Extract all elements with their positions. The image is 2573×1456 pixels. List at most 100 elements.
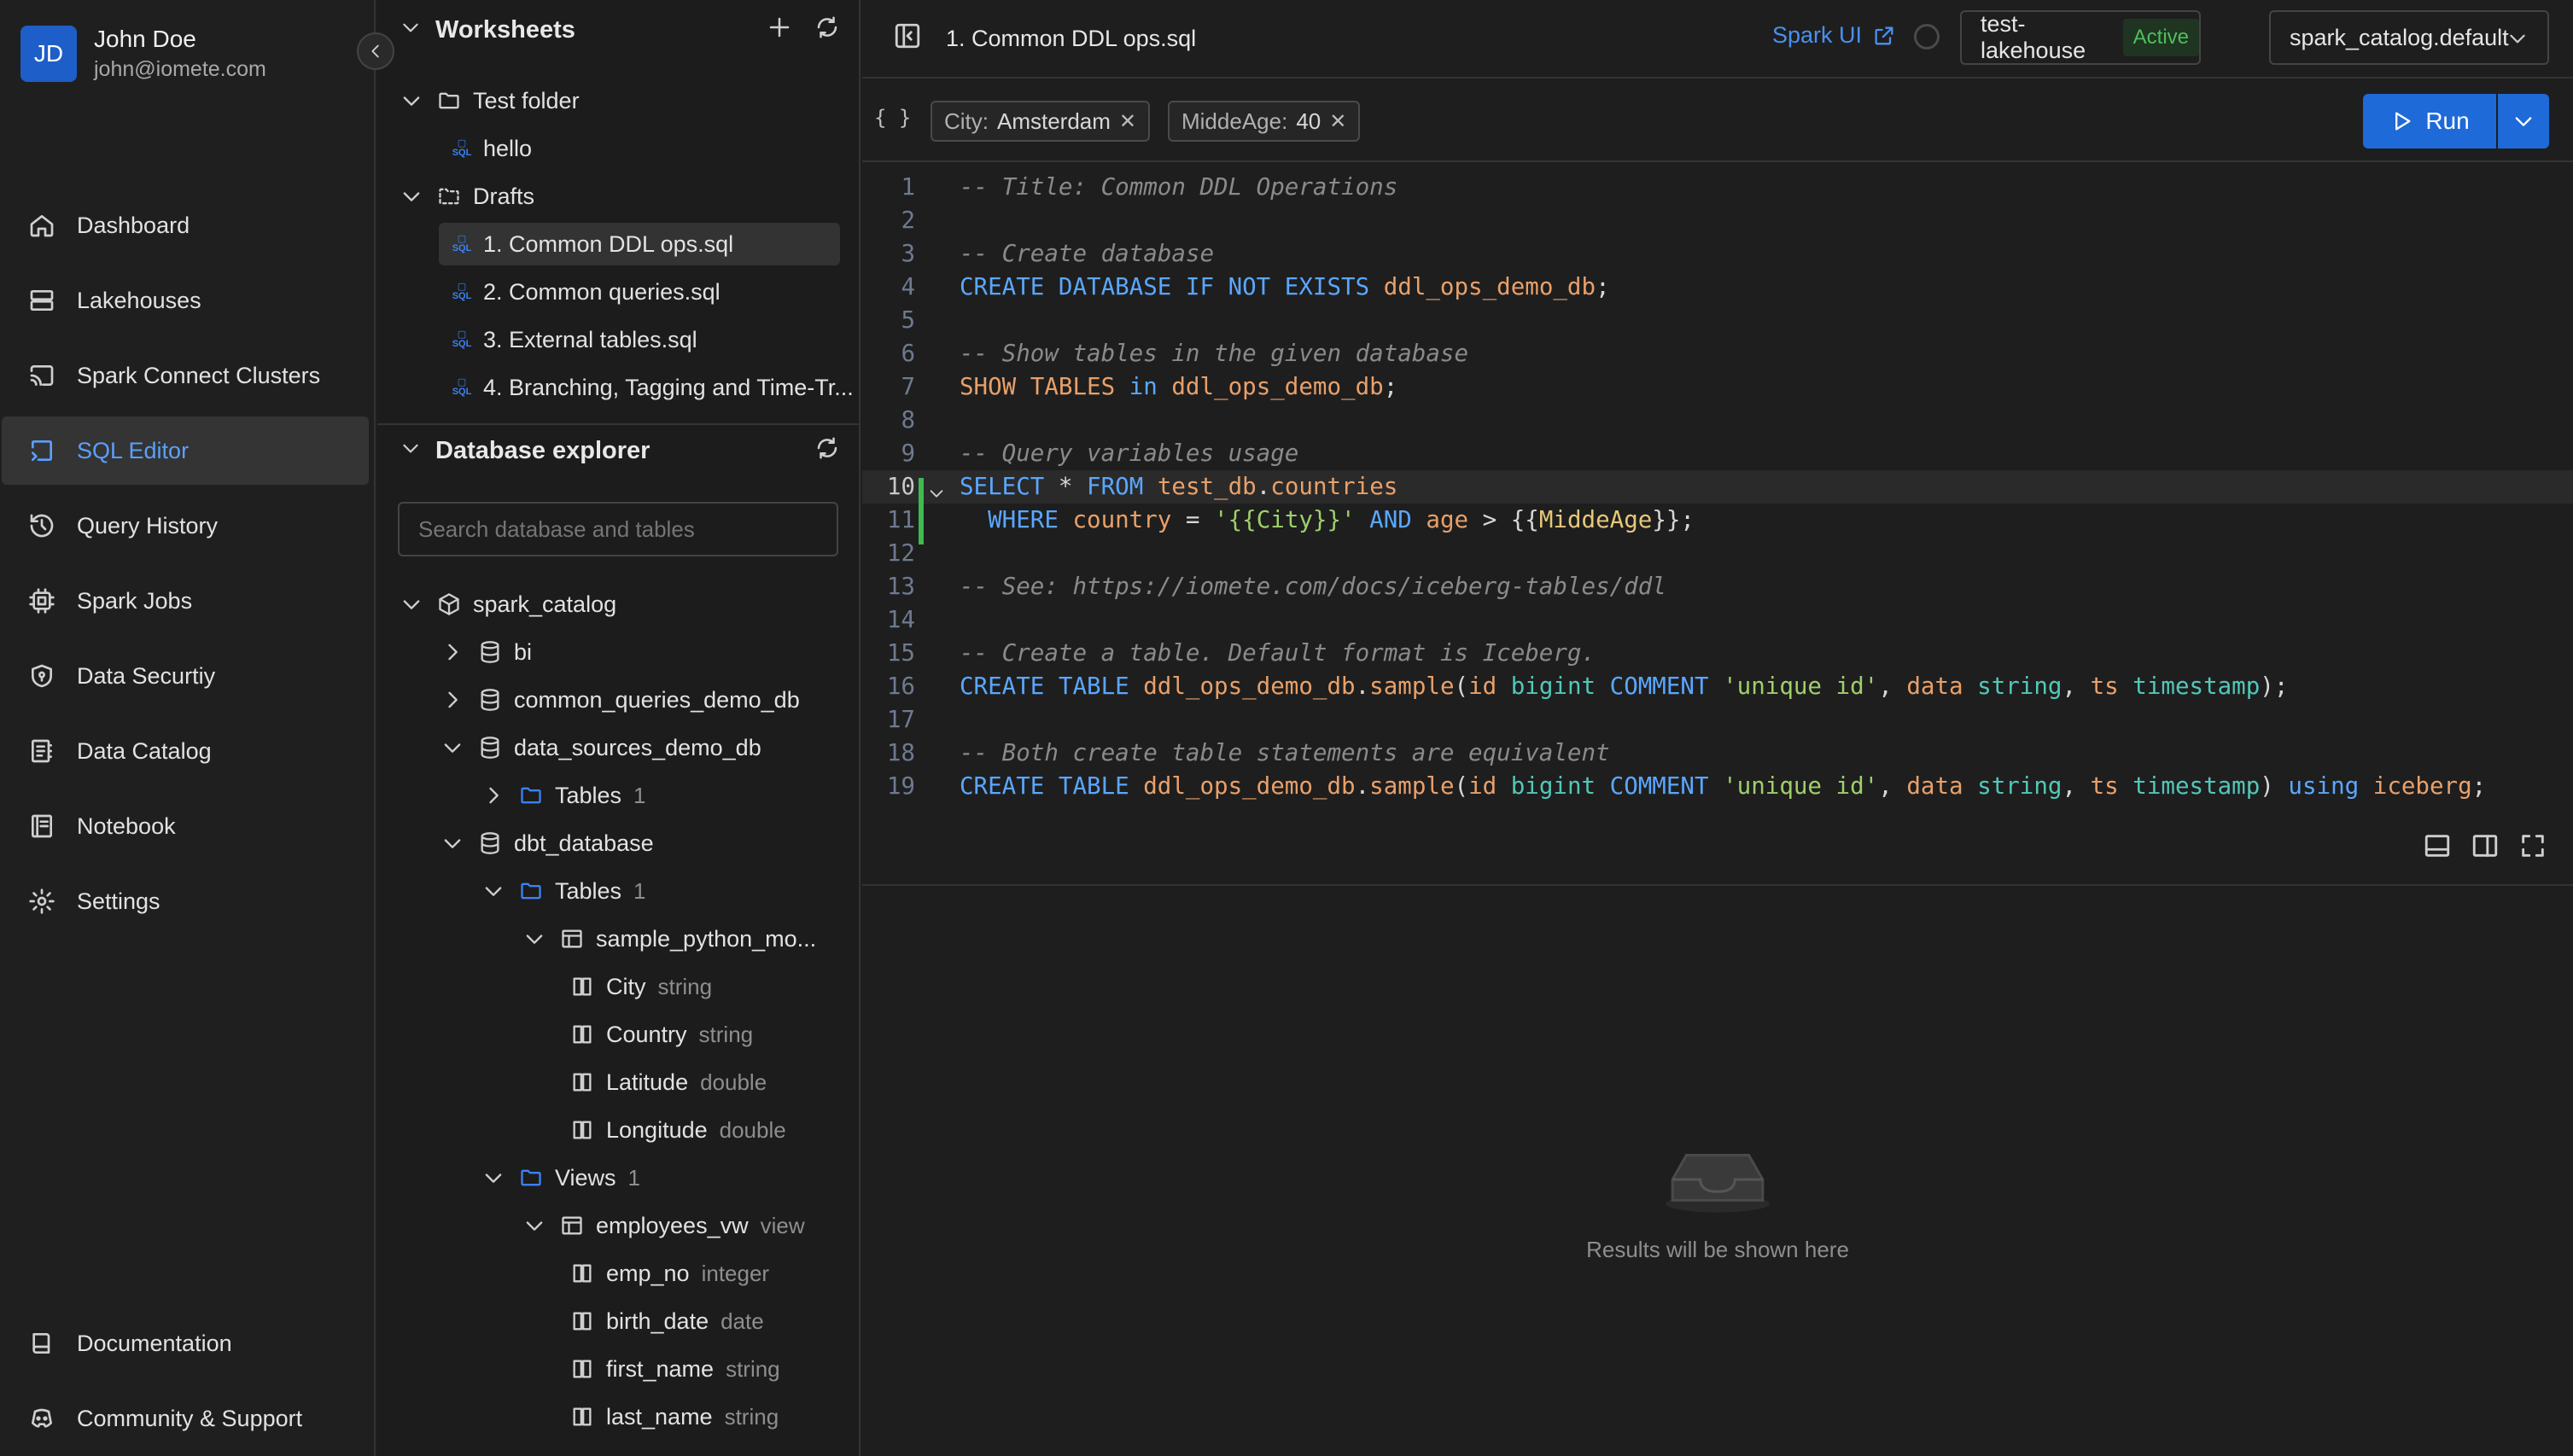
tree-column[interactable]: Country string — [570, 1013, 753, 1056]
results-empty-state: Results will be shown here — [862, 1144, 2573, 1263]
code-line[interactable]: 18 -- Both create table statements are eq… — [862, 737, 2573, 770]
fold-chevron-icon[interactable] — [927, 480, 946, 509]
tree-view[interactable]: employees_vw view — [522, 1204, 805, 1247]
tree-folder-drafts[interactable]: Drafts — [400, 175, 534, 218]
worksheet-file[interactable]: ▢ SQL 4. Branching, Tagging and Time-Tr..… — [449, 366, 854, 409]
search-input[interactable] — [398, 502, 838, 556]
variable-key: MiddeAge: — [1181, 108, 1288, 134]
code-line[interactable]: 13 -- See: https://iomete.com/docs/iceber… — [862, 570, 2573, 603]
code-line[interactable]: 6 -- Show tables in the given database — [862, 337, 2573, 370]
tree-column[interactable]: last_name string — [570, 1395, 779, 1438]
collapse-sidebar-button[interactable] — [357, 32, 394, 70]
nav-item-spark-connect-clusters[interactable]: Spark Connect Clusters — [2, 341, 369, 410]
run-options-button[interactable] — [2498, 94, 2549, 149]
catalog-value: spark_catalog.default — [2290, 24, 2509, 50]
fullscreen-icon[interactable] — [2518, 831, 2547, 866]
tree-column[interactable]: City string — [570, 965, 712, 1008]
nav-item-data-security[interactable]: Data Securtiy — [2, 642, 369, 710]
code-line[interactable]: 1 -- Title: Common DDL Operations — [862, 171, 2573, 204]
nav-item-sql-editor[interactable]: SQL Editor — [2, 416, 369, 485]
explorer-header[interactable]: Database explorer — [377, 421, 859, 480]
book-icon — [27, 1329, 56, 1358]
code-line[interactable]: 9 -- Query variables usage — [862, 437, 2573, 470]
results-toolbar — [862, 814, 2573, 886]
variable-chip[interactable]: MiddeAge: 40 ✕ — [1168, 101, 1361, 142]
layout-bottom-icon[interactable] — [2423, 831, 2452, 866]
nav-label: Data Securtiy — [77, 662, 216, 689]
chevron-down-icon — [485, 887, 502, 896]
code-editor[interactable]: 19 CREATE TABLE ddl_ops_demo_db.sample(id… — [862, 167, 2573, 802]
tree-tables-group[interactable]: Tables 1 — [481, 870, 646, 912]
tree-column[interactable]: emp_no integer — [570, 1252, 769, 1295]
play-icon — [2395, 112, 2411, 131]
variables-braces-icon[interactable]: { } — [874, 106, 911, 130]
code-line[interactable]: 3 -- Create database — [862, 237, 2573, 271]
close-icon[interactable]: ✕ — [1119, 109, 1136, 134]
tree-database[interactable]: data_sources_demo_db — [441, 726, 761, 769]
refresh-icon[interactable] — [814, 435, 840, 467]
code-line[interactable]: 7 SHOW TABLES in ddl_ops_demo_db; — [862, 370, 2573, 404]
code-line[interactable]: 16 CREATE TABLE ddl_ops_demo_db.sample(id… — [862, 670, 2573, 703]
code-line[interactable]: 2 — [862, 204, 2573, 237]
user-profile[interactable]: JD John Doe john@iomete.com — [20, 24, 266, 84]
variable-chip[interactable]: City: Amsterdam ✕ — [931, 101, 1151, 142]
tree-database[interactable]: common_queries_demo_db — [441, 678, 800, 721]
avatar: JD — [20, 26, 77, 82]
worksheet-file[interactable]: ▢ SQL hello — [449, 127, 532, 170]
nav-item-community-support[interactable]: Community & Support — [2, 1384, 369, 1453]
spark-ui-link[interactable]: Spark UI — [1772, 22, 1896, 49]
code-line[interactable]: 17 — [862, 703, 2573, 737]
code-line[interactable]: 11 WHERE country = '{{City}}' AND age > … — [862, 504, 2573, 537]
tree-column[interactable]: birth_date date — [570, 1300, 764, 1342]
nav-item-spark-jobs[interactable]: Spark Jobs — [2, 567, 369, 635]
code-line[interactable]: 10 SELECT * FROM test_db.countries — [862, 470, 2573, 504]
nav-item-dashboard[interactable]: Dashboard — [2, 191, 369, 259]
chevron-left-icon — [371, 44, 379, 58]
column-type: date — [721, 1307, 764, 1334]
tree-folder-test[interactable]: Test folder — [400, 79, 580, 122]
tree-tables-group[interactable]: Tables 1 — [481, 774, 646, 817]
nav-item-lakehouses[interactable]: Lakehouses — [2, 266, 369, 335]
tree-database[interactable]: dbt_database — [441, 822, 654, 865]
tree-table[interactable]: sample_python_mo... — [522, 917, 816, 960]
add-worksheet-icon[interactable] — [767, 15, 792, 46]
code-line[interactable]: 15 -- Create a table. Default format is I… — [862, 637, 2573, 670]
nav-item-notebook[interactable]: Notebook — [2, 792, 369, 860]
tree-label: common_queries_demo_db — [514, 686, 800, 713]
worksheet-file[interactable]: ▢ SQL 2. Common queries.sql — [449, 271, 721, 313]
file-title: 1. Common DDL ops.sql — [946, 25, 1197, 51]
line-content: -- Show tables in the given database — [960, 340, 1469, 367]
worksheets-header[interactable]: Worksheets — [377, 0, 859, 60]
worksheet-file[interactable]: ▢ SQL 3. External tables.sql — [449, 318, 697, 361]
line-number: 1 — [901, 173, 915, 201]
chevron-down-icon — [2506, 27, 2529, 55]
variable-key: City: — [944, 108, 989, 134]
lakehouse-selector[interactable]: test-lakehouse Active — [1960, 10, 2201, 65]
code-line[interactable]: 12 — [862, 537, 2573, 570]
tree-column[interactable]: Longitude double — [570, 1109, 786, 1151]
worksheet-file-selected[interactable]: ▢ SQL 1. Common DDL ops.sql — [439, 223, 840, 265]
toggle-panel-icon[interactable] — [893, 21, 922, 56]
lakehouse-name: test-lakehouse — [1981, 11, 2086, 63]
catalog-selector[interactable]: spark_catalog.default — [2269, 10, 2549, 65]
close-icon[interactable]: ✕ — [1329, 109, 1346, 134]
code-line[interactable]: 5 — [862, 304, 2573, 337]
tree-catalog[interactable]: spark_catalog — [400, 583, 616, 626]
layout-right-icon[interactable] — [2471, 831, 2500, 866]
nav-item-query-history[interactable]: Query History — [2, 492, 369, 560]
tree-column[interactable]: first_name string — [570, 1348, 780, 1390]
code-line[interactable]: 19 CREATE TABLE ddl_ops_demo_db.sample(id… — [862, 770, 2573, 802]
code-line[interactable]: 8 — [862, 404, 2573, 437]
tree-database[interactable]: bi — [441, 631, 532, 673]
tree-views-group[interactable]: Views 1 — [481, 1156, 640, 1199]
run-button[interactable]: Run — [2363, 94, 2496, 149]
nav-item-documentation[interactable]: Documentation — [2, 1309, 369, 1377]
refresh-icon[interactable] — [814, 15, 840, 46]
nav-item-data-catalog[interactable]: Data Catalog — [2, 717, 369, 785]
nav-list: Dashboard Lakehouses Spark Connect Clust… — [0, 191, 376, 942]
code-line[interactable]: 4 CREATE DATABASE IF NOT EXISTS ddl_ops_d… — [862, 271, 2573, 304]
line-number: 11 — [886, 506, 915, 533]
nav-item-settings[interactable]: Settings — [2, 867, 369, 935]
code-line[interactable]: 14 — [862, 603, 2573, 637]
tree-column[interactable]: Latitude double — [570, 1061, 767, 1104]
